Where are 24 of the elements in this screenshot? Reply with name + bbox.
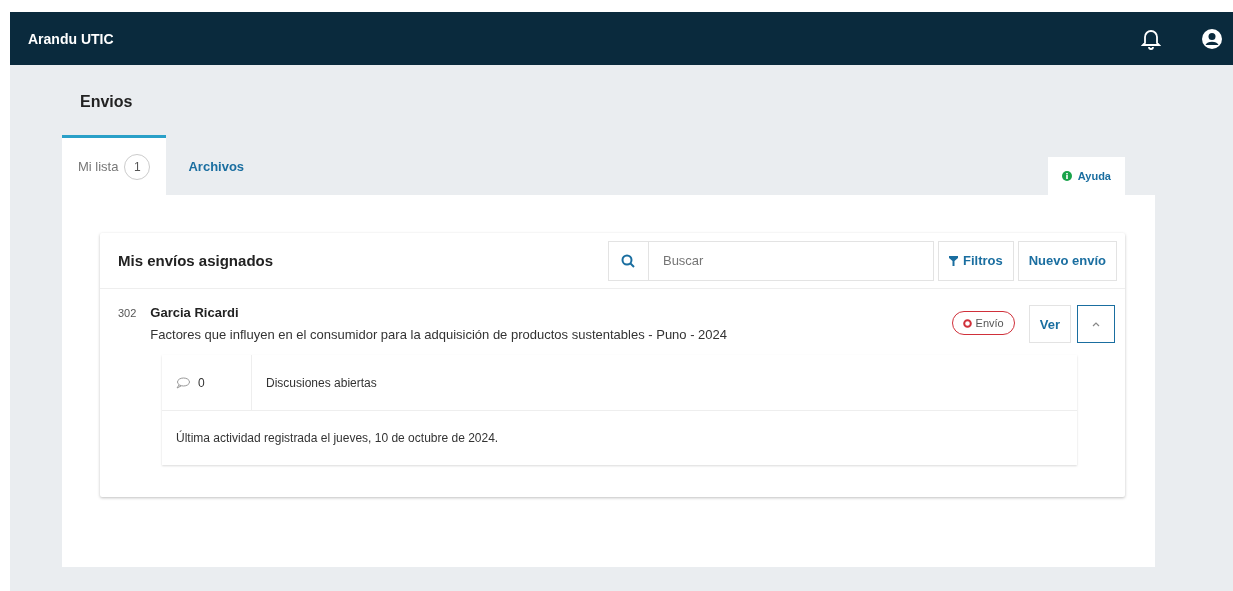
author-name: Garcia Ricardi xyxy=(150,305,240,320)
help-tab[interactable]: Ayuda xyxy=(1047,157,1125,195)
tab[interactable]: Archivos xyxy=(172,135,261,195)
search-field[interactable]: Buscar xyxy=(647,240,934,281)
collapse-button[interactable] xyxy=(1077,305,1115,343)
speech-bubble-icon xyxy=(176,376,190,389)
caret-icon xyxy=(1092,321,1100,327)
view-button[interactable]: Ver xyxy=(1028,305,1071,343)
card-title: Mis envíos asignados xyxy=(118,252,275,269)
app-title: Arandu UTIC xyxy=(28,30,115,47)
discussions-label: Discusiones abiertas xyxy=(265,375,377,390)
discussion-count: 0 xyxy=(198,375,205,390)
search-icon xyxy=(621,253,636,268)
filter-icon xyxy=(948,255,958,266)
info-icon xyxy=(1061,171,1072,181)
user-icon[interactable] xyxy=(1201,27,1223,50)
last-activity-text: Última actividad registrada el jueves, 10 de octubre de 2024. xyxy=(175,429,500,447)
submission-title: Factores que influyen en el consumidor para la adquisición de productos sustentables - Puno - 2024 xyxy=(150,327,729,342)
submission-id: 302 xyxy=(118,306,137,319)
filter-button[interactable]: Filtros xyxy=(937,240,1014,281)
bell-icon[interactable] xyxy=(1141,27,1161,50)
tab[interactable]: Mi lista 1 xyxy=(62,135,167,195)
page-title: Envios xyxy=(80,93,134,111)
new-submission-button[interactable]: Nuevo envío xyxy=(1017,240,1117,281)
